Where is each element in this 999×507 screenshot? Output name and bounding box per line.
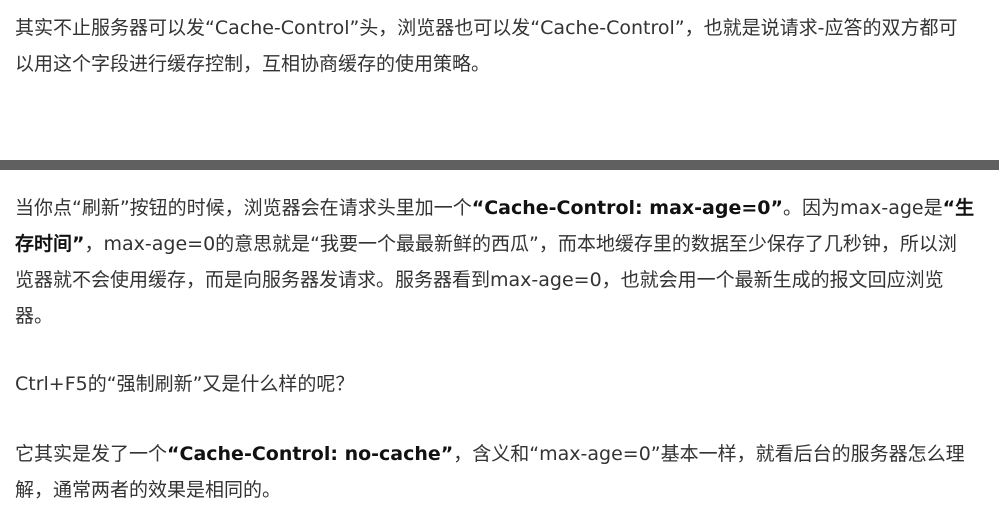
bold-cache-control-max-age: “Cache-Control: max-age=0” — [471, 197, 783, 219]
paragraph-cache-control-both-sides: 其实不止服务器可以发“Cache-Control”头，浏览器也可以发“Cache… — [15, 10, 975, 82]
paragraph-text: Ctrl+F5的“强制刷新”又是什么样的呢？ — [15, 373, 355, 395]
paragraph-text-part: 它其实是发了一个 — [15, 443, 168, 465]
paragraph-text-part: 。因为max-age是 — [782, 197, 943, 219]
paragraph-text: 其实不止服务器可以发“Cache-Control”头，浏览器也可以发“Cache… — [15, 17, 958, 75]
paragraph-force-refresh-question: Ctrl+F5的“强制刷新”又是什么样的呢？ — [15, 366, 975, 402]
paragraph-refresh-max-age: 当你点“刷新”按钮的时候，浏览器会在请求头里加一个“Cache-Control:… — [15, 190, 975, 334]
bold-cache-control-no-cache: “Cache-Control: no-cache” — [167, 443, 454, 465]
paragraph-no-cache: 它其实是发了一个“Cache-Control: no-cache”，含义和“ma… — [15, 436, 975, 507]
paragraph-text-part: 当你点“刷新”按钮的时候，浏览器会在请求头里加一个 — [15, 197, 472, 219]
section-divider — [0, 160, 999, 170]
paragraph-text-part: ，max-age=0的意思就是“我要一个最最新鲜的西瓜”，而本地缓存里的数据至少… — [15, 233, 957, 327]
